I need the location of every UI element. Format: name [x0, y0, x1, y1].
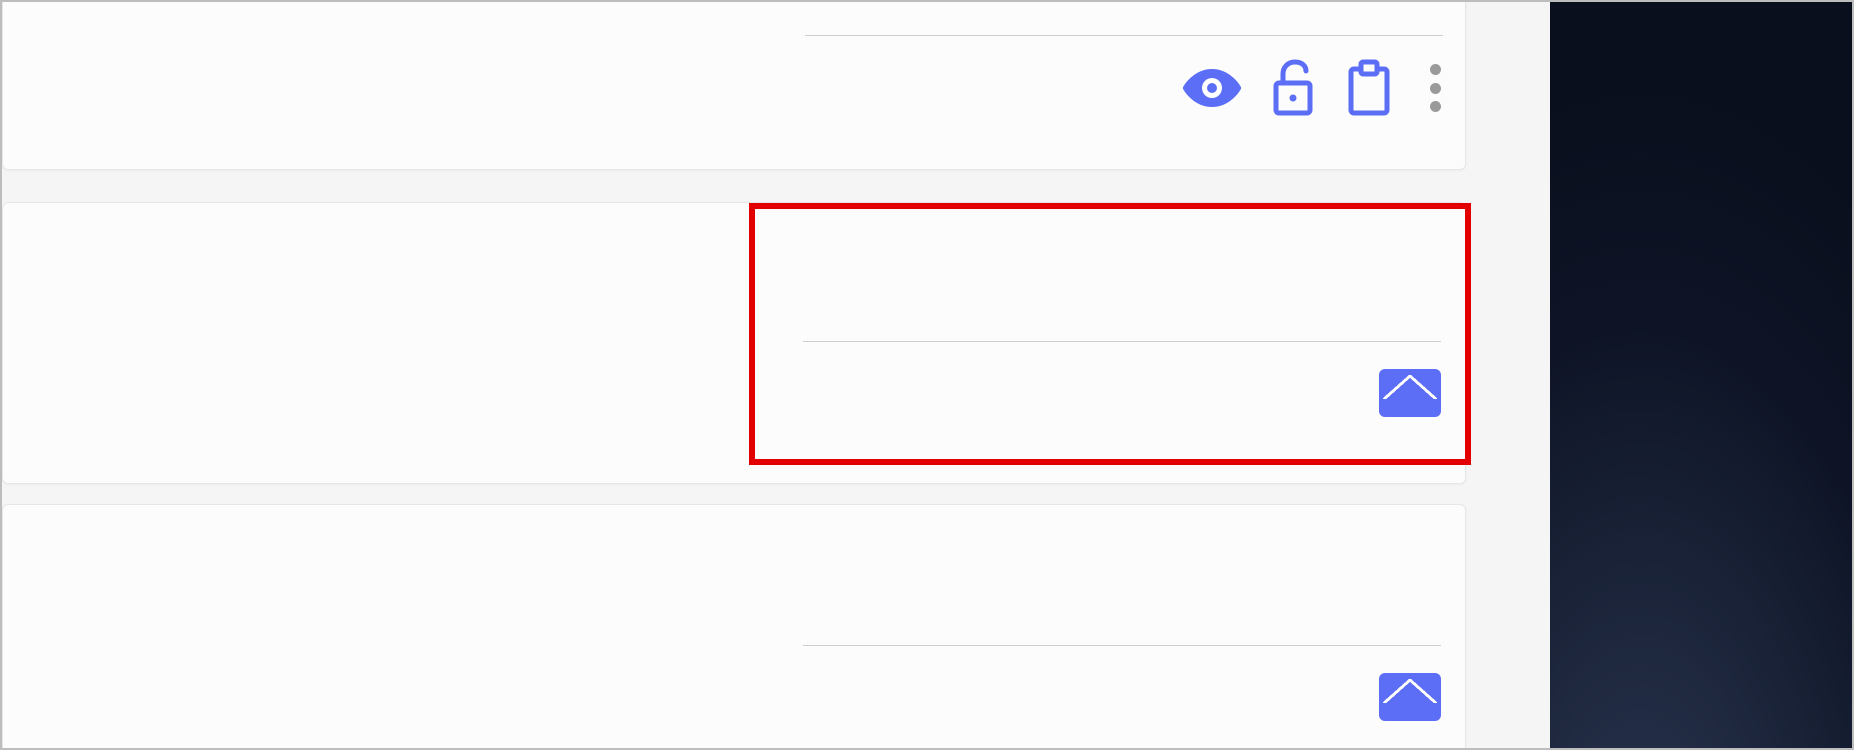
desktop-background	[1550, 2, 1852, 748]
view-icon[interactable]	[1183, 68, 1241, 108]
selection-highlight	[749, 203, 1471, 465]
more-vertical-icon[interactable]	[1427, 61, 1443, 115]
mail-icon	[1379, 369, 1441, 417]
mail-button[interactable]	[1379, 673, 1441, 721]
mail-button[interactable]	[1379, 369, 1441, 417]
list-card	[2, 504, 1466, 748]
viewport	[0, 0, 1854, 750]
card-icon-group	[1183, 59, 1393, 117]
app-content-area	[2, 2, 1550, 748]
card-divider	[803, 341, 1441, 342]
card-action-row	[1183, 59, 1443, 117]
card-action-row	[1379, 673, 1441, 725]
mail-icon	[1379, 673, 1441, 721]
card-divider	[805, 35, 1443, 36]
list-card	[2, 202, 1466, 484]
card-divider	[803, 645, 1441, 646]
clipboard-icon[interactable]	[1345, 59, 1393, 117]
card-action-row	[1379, 369, 1441, 421]
unlock-icon[interactable]	[1271, 59, 1315, 117]
list-card	[2, 2, 1466, 170]
